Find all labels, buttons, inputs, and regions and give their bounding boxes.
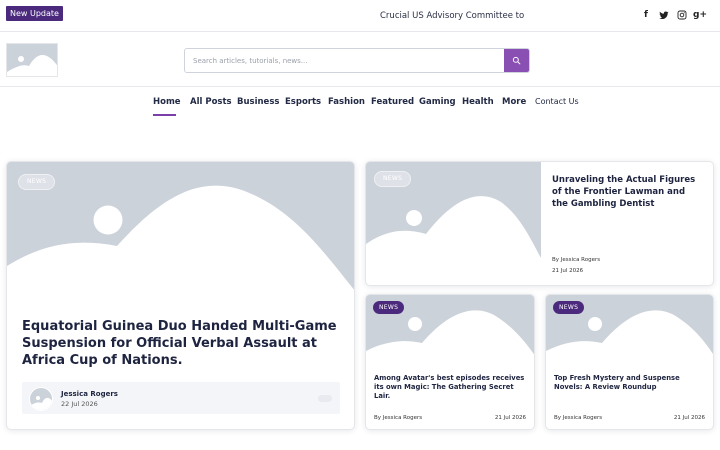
publish-date: 21 Jul 2026 <box>494 415 526 421</box>
new-update-badge: New Update <box>6 6 63 21</box>
nav-item-featured[interactable]: Featured <box>371 97 414 107</box>
nav-item-health[interactable]: Health <box>462 97 494 107</box>
author-name[interactable]: By Jessica Rogers <box>554 415 602 421</box>
instagram-icon[interactable] <box>676 9 688 21</box>
nav-item-contact-us[interactable]: Contact Us <box>535 97 579 106</box>
search-bar <box>184 48 530 73</box>
featured-image <box>7 162 354 302</box>
small-article-title[interactable]: Among Avatar's best episodes receives it… <box>374 374 529 401</box>
author-info: Jessica Rogers 22 Jul 2026 <box>22 382 340 414</box>
side-article-title[interactable]: Unraveling the Actual Figures of the Fro… <box>552 174 702 210</box>
featured-article-card[interactable]: NEWS Equatorial Guinea Duo Handed Multi-… <box>6 161 355 430</box>
small-article-title[interactable]: Top Fresh Mystery and Suspense Novels: A… <box>554 374 709 392</box>
author-name[interactable]: Jessica Rogers <box>61 390 118 398</box>
featured-article-title[interactable]: Equatorial Guinea Duo Handed Multi-Game … <box>22 318 342 369</box>
category-tag[interactable]: NEWS <box>553 301 585 314</box>
nav-item-business[interactable]: Business <box>237 97 279 107</box>
facebook-icon[interactable]: f <box>640 9 652 21</box>
google-plus-icon[interactable]: g+ <box>693 9 707 21</box>
image-placeholder-icon <box>30 396 52 410</box>
author-name[interactable]: By Jessica Rogers <box>374 415 422 421</box>
image-placeholder-icon <box>7 185 354 302</box>
small-article-card[interactable]: NEWS Top Fresh Mystery and Suspense Nove… <box>545 294 714 430</box>
nav-item-all-posts[interactable]: All Posts <box>190 97 232 107</box>
side-article-card[interactable]: NEWS Unraveling the Actual Figures of th… <box>365 161 714 286</box>
share-toggle[interactable] <box>318 395 332 402</box>
image-placeholder-icon <box>7 55 57 76</box>
publish-date: 21 Jul 2026 <box>673 415 705 421</box>
publish-date: 21 Jul 2026 <box>552 268 584 274</box>
top-bar: New Update Crucial US Advisory Committee… <box>0 0 720 32</box>
twitter-icon[interactable] <box>658 9 670 21</box>
search-button[interactable] <box>504 49 529 72</box>
nav-item-home[interactable]: Home <box>153 97 181 107</box>
search-input[interactable] <box>185 49 505 72</box>
publish-date: 22 Jul 2026 <box>61 400 98 408</box>
active-nav-indicator <box>153 114 176 116</box>
news-ticker[interactable]: Crucial US Advisory Committee to Decide <box>380 11 526 21</box>
main-nav: Home All Posts Business Esports Fashion … <box>0 87 720 117</box>
avatar[interactable] <box>29 387 53 411</box>
small-article-card[interactable]: NEWS Among Avatar's best episodes receiv… <box>365 294 535 430</box>
site-header <box>0 32 720 87</box>
category-tag[interactable]: NEWS <box>18 174 56 190</box>
nav-item-fashion[interactable]: Fashion <box>328 97 365 107</box>
search-icon <box>512 56 521 65</box>
category-tag[interactable]: NEWS <box>374 171 412 187</box>
author-name[interactable]: By Jessica Rogers <box>552 257 600 263</box>
nav-item-esports[interactable]: Esports <box>285 97 321 107</box>
category-tag[interactable]: NEWS <box>373 301 405 314</box>
site-logo[interactable] <box>6 43 58 77</box>
nav-item-more[interactable]: More <box>502 97 526 107</box>
nav-item-gaming[interactable]: Gaming <box>419 97 456 107</box>
